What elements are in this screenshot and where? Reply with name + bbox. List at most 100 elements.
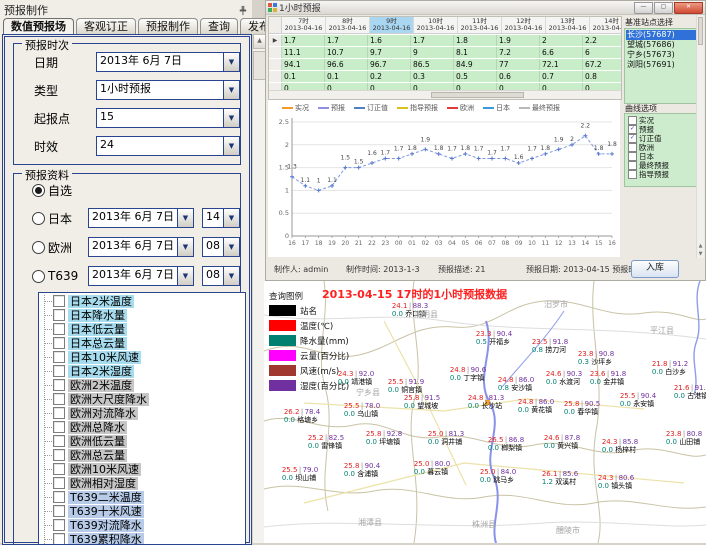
source-item[interactable]: 日本低云量 [39,322,245,336]
column-header[interactable]: 8时2013-04-16 [326,17,370,33]
table-cell[interactable]: 77 [497,59,540,70]
source-checkbox-list[interactable]: 日本2米温度日本降水量日本低云量日本总云量日本10米风速日本2米湿度欧洲2米温度… [38,292,246,545]
radio-1[interactable] [32,212,45,225]
table-cell[interactable]: 6.6 [540,47,583,58]
map-station[interactable]: 24.8 | 86.00.8 安沙镇 [498,377,534,392]
legend-item[interactable]: 欧洲 [447,103,474,113]
table-cell[interactable]: 0.2 [368,71,411,82]
source-item[interactable]: T639对流降水 [39,518,245,532]
table-cell[interactable]: 6 [583,47,622,58]
chevron-down-icon[interactable]: ▼ [177,209,193,227]
checkbox[interactable] [628,152,637,161]
legend-item[interactable]: 最终预报 [519,103,560,113]
checkbox[interactable] [53,491,65,503]
tab-0[interactable]: 数值预报场 [3,18,74,34]
chevron-down-icon[interactable]: ▼ [223,81,239,99]
checkbox[interactable]: ✓ [628,125,637,134]
table-cell[interactable]: 0.6 [497,71,540,82]
table-cell[interactable]: 1.7 [325,35,368,46]
table-cell[interactable]: 7.2 [497,47,540,58]
column-header[interactable]: 11时2013-04-16 [458,17,502,33]
curve-option[interactable]: ✓预报 [626,125,702,134]
forecast-map[interactable]: 查询图例 2013-04-15 17时的1小时预报数据 站名温度(℃)降水量(m… [264,281,706,543]
chevron-down-icon[interactable]: ▼ [177,267,193,285]
column-header[interactable]: 14时2013-04-16 [590,17,622,33]
table-cell[interactable]: 0.7 [540,71,583,82]
map-station[interactable]: 25.8 | 90.40.0 含浦镇 [344,463,380,478]
map-station[interactable]: 23.3 | 90.40.5 开福乡 [476,331,512,346]
table-cell[interactable]: 1.9 [497,35,540,46]
map-station[interactable]: 24.3 | 80.60.0 镇头镇 [598,475,634,490]
maximize-button[interactable]: ▢ [654,2,673,14]
map-station[interactable]: 23.6 | 91.80.0 金井镇 [590,371,626,386]
checkbox[interactable] [53,295,65,307]
base-station-list[interactable]: 长沙(57687)望城(57686)宁乡(57673)浏阳(57691) [624,28,704,104]
column-header[interactable]: 9时2013-04-16 [370,17,414,33]
source-item[interactable]: 日本总云量 [39,336,245,350]
checkbox[interactable] [53,351,65,363]
source-item[interactable]: 日本2米温度 [39,294,245,308]
checkbox[interactable] [53,337,65,349]
table-cell[interactable]: 0.1 [325,71,368,82]
table-cell[interactable]: 0.3 [411,71,454,82]
map-station[interactable]: 24.6 | 87.80.0 黄兴镇 [544,435,580,450]
table-cell[interactable]: 8.1 [454,47,497,58]
radio-3[interactable] [32,270,45,283]
station-list-item[interactable]: 长沙(57687) [626,30,702,40]
map-station[interactable]: 21.6 | 91.60.0 古港镇 [674,385,706,400]
checkbox[interactable] [628,143,637,152]
source-item[interactable]: 欧洲2米温度 [39,378,245,392]
table-cell[interactable]: 2.2 [583,35,622,46]
checkbox[interactable] [628,116,637,125]
chevron-down-icon[interactable]: ▼ [223,209,239,227]
curve-options-list[interactable]: 实况✓预报✓订正值欧洲日本最终预报指导预报 [624,113,704,187]
chevron-down-icon[interactable]: ▼ [223,137,239,155]
checkbox[interactable] [53,309,65,321]
checkbox[interactable] [53,477,65,489]
map-station[interactable]: 25.5 | 79.00.0 坝山铺 [282,467,318,482]
legend-item[interactable]: 实况 [282,103,309,113]
legend-item[interactable]: 日本 [483,103,510,113]
table-cell[interactable]: 0.1 [282,71,325,82]
map-station[interactable]: 25.2 | 82.50.0 雷锋镇 [308,435,344,450]
chevron-down-icon[interactable]: ▼ [223,109,239,127]
source-item[interactable]: 欧洲10米风速 [39,462,245,476]
legend-item[interactable]: 预报 [318,103,345,113]
table-cell[interactable]: 96.6 [325,59,368,70]
scroll-down-arrow-icon[interactable]: ▼ [697,250,704,258]
checkbox[interactable] [53,449,65,461]
table-cell[interactable]: 1.8 [454,35,497,46]
map-station[interactable]: 25.5 | 90.40.0 永安镇 [620,393,656,408]
table-cell[interactable]: 1.7 [282,35,325,46]
map-station[interactable]: 23.8 | 80.80.0 山田铺 [666,431,702,446]
combo-1[interactable]: 1小时预报▼ [96,80,240,100]
combo-0[interactable]: 2013年 6月 7日▼ [96,52,240,72]
chevron-down-icon[interactable]: ▼ [223,267,239,285]
hour-combo-1[interactable]: 14▼ [202,208,240,228]
radio-2[interactable] [32,241,45,254]
curve-option[interactable]: ✓订正值 [626,134,702,143]
checkbox[interactable]: ✓ [628,134,637,143]
table-cell[interactable]: 2 [540,35,583,46]
column-header[interactable]: 7时2013-04-16 [282,17,326,33]
tab-3[interactable]: 查询 [200,18,238,34]
scrollbar-thumb[interactable] [698,17,703,45]
checkbox[interactable] [53,463,65,475]
scrollbar-thumb[interactable] [431,92,525,98]
checkbox[interactable] [53,323,65,335]
column-header[interactable]: 13时2013-04-16 [546,17,590,33]
column-header[interactable]: 10时2013-04-16 [414,17,458,33]
combo-3[interactable]: 24▼ [96,136,240,156]
source-item[interactable]: 欧洲低云量 [39,434,245,448]
source-item[interactable]: T639二米温度 [39,490,245,504]
radio-0[interactable] [32,184,45,197]
station-list-item[interactable]: 宁乡(57673) [626,50,702,60]
source-item[interactable]: 欧洲总云量 [39,448,245,462]
table-cell[interactable]: 1.6 [368,35,411,46]
checkbox[interactable] [628,161,637,170]
table-cell[interactable]: 84.9 [454,59,497,70]
source-item[interactable]: 日本10米风速 [39,350,245,364]
store-button[interactable]: 入库 [631,260,679,278]
tab-1[interactable]: 客观订正 [76,18,136,34]
source-item[interactable]: 欧洲大尺度降水 [39,392,245,406]
